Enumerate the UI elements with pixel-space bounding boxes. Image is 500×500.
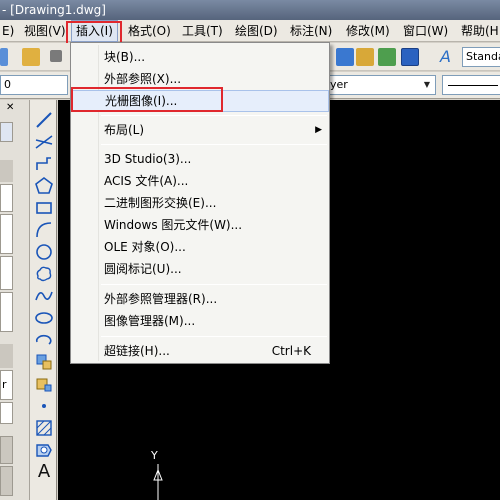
line-icon[interactable] (34, 110, 54, 130)
palette-cell[interactable] (0, 184, 13, 212)
text-style-value: Standa (466, 50, 500, 63)
spline-icon[interactable] (34, 286, 54, 306)
lineweight-line (448, 85, 498, 86)
menu-item-hyperlink[interactable]: 超链接(H)... Ctrl+K (71, 340, 329, 362)
design-center-icon[interactable] (378, 48, 396, 66)
ellipse-arc-icon[interactable] (34, 330, 54, 350)
menu-item-wmf[interactable]: Windows 图元文件(W)... (71, 214, 329, 236)
menu-dimension[interactable]: 标注(N) (288, 20, 334, 42)
palette-cell[interactable] (0, 466, 13, 496)
menu-item-raster-image[interactable]: 光栅图像(I)... (71, 90, 329, 112)
menu-tools[interactable]: 工具(T) (180, 20, 225, 42)
construction-line-icon[interactable] (34, 132, 54, 152)
menu-view[interactable]: 视图(V) (22, 20, 68, 42)
menu-item-3d-studio[interactable]: 3D Studio(3)... (71, 148, 329, 170)
linetype-value: yer (330, 78, 348, 91)
window-title-bar: - [Drawing1.dwg] (0, 0, 500, 20)
layer-manager-icon[interactable] (336, 48, 354, 66)
menu-item-layout-label: 布局(L) (104, 123, 145, 137)
draw-toolbar: A (30, 100, 57, 500)
ellipse-icon[interactable] (34, 308, 54, 328)
menu-draw[interactable]: 绘图(D) (233, 20, 280, 42)
palette-icon[interactable] (22, 48, 40, 66)
circle-icon[interactable] (34, 242, 54, 262)
menu-item-image-manager[interactable]: 图像管理器(M)... (71, 310, 329, 332)
menu-item-hyperlink-label: 超链接(H)... (104, 344, 170, 358)
palette-cell[interactable] (0, 402, 13, 424)
menu-item-hyperlink-shortcut: Ctrl+K (271, 344, 311, 358)
menu-separator (101, 284, 327, 285)
help-icon[interactable] (401, 48, 419, 66)
properties-icon[interactable] (356, 48, 374, 66)
menu-format[interactable]: 格式(O) (126, 20, 173, 42)
menu-separator (101, 144, 327, 145)
lineweight-combo[interactable] (442, 75, 500, 95)
hatch-icon[interactable] (34, 418, 54, 438)
palette-tab[interactable] (0, 122, 13, 142)
menu-item-layout[interactable]: 布局(L) ▶ (71, 119, 329, 141)
point-icon[interactable] (34, 396, 54, 416)
polyline-icon[interactable] (34, 154, 54, 174)
tool-palette: ✕ r (0, 100, 30, 500)
palette-cell[interactable] (0, 256, 13, 290)
menu-item-block[interactable]: 块(B)... (71, 46, 329, 68)
close-icon[interactable]: ✕ (6, 103, 14, 113)
region-icon[interactable] (34, 440, 54, 460)
arc-icon[interactable] (34, 220, 54, 240)
palette-cell[interactable] (0, 214, 13, 254)
edit-icon[interactable] (0, 48, 8, 66)
window-title: - [Drawing1.dwg] (2, 3, 106, 17)
menu-item-xref-manager[interactable]: 外部参照管理器(R)... (71, 288, 329, 310)
ucs-icon: Y (145, 449, 175, 500)
chevron-down-icon[interactable]: ▼ (420, 77, 434, 93)
text-style-icon[interactable]: A (440, 48, 458, 66)
text-tool-icon[interactable]: A (34, 462, 54, 482)
revision-cloud-icon[interactable] (34, 264, 54, 284)
menu-separator (101, 336, 327, 337)
palette-label: r (2, 378, 7, 391)
palette-header (0, 160, 13, 182)
menu-modify[interactable]: 修改(M) (344, 20, 392, 42)
submenu-arrow-icon: ▶ (315, 125, 322, 135)
menu-separator (101, 115, 327, 116)
palette-header (0, 344, 13, 368)
layer-combo[interactable]: 0 (0, 75, 68, 95)
palette-cell[interactable]: r (0, 370, 13, 400)
menu-bar: E) 视图(V) 插入(I) 格式(O) 工具(T) 绘图(D) 标注(N) 修… (0, 20, 500, 42)
menu-item-markup[interactable]: 圆阅标记(U)... (71, 258, 329, 280)
text-style-combo[interactable]: Standa (462, 47, 500, 67)
insert-dropdown-menu: 块(B)... 外部参照(X)... 光栅图像(I)... 布局(L) ▶ 3D… (70, 42, 330, 364)
layer-value: 0 (4, 78, 11, 91)
pan-icon[interactable] (50, 50, 62, 62)
linetype-combo[interactable]: yer ▼ (326, 75, 436, 95)
insert-block-icon[interactable] (34, 352, 54, 372)
menu-item-ole-object[interactable]: OLE 对象(O)... (71, 236, 329, 258)
menu-insert[interactable]: 插入(I) (71, 20, 118, 42)
menu-item-dxb[interactable]: 二进制图形交换(E)... (71, 192, 329, 214)
palette-cell[interactable] (0, 436, 13, 464)
polygon-icon[interactable] (34, 176, 54, 196)
menu-window[interactable]: 窗口(W) (401, 20, 450, 42)
make-block-icon[interactable] (34, 374, 54, 394)
menu-item-xref[interactable]: 外部参照(X)... (71, 68, 329, 90)
menu-help[interactable]: 帮助(H (459, 20, 500, 42)
palette-cell[interactable] (0, 292, 13, 332)
menu-item-acis-file[interactable]: ACIS 文件(A)... (71, 170, 329, 192)
rectangle-icon[interactable] (34, 198, 54, 218)
menu-edit[interactable]: E) (0, 20, 16, 42)
